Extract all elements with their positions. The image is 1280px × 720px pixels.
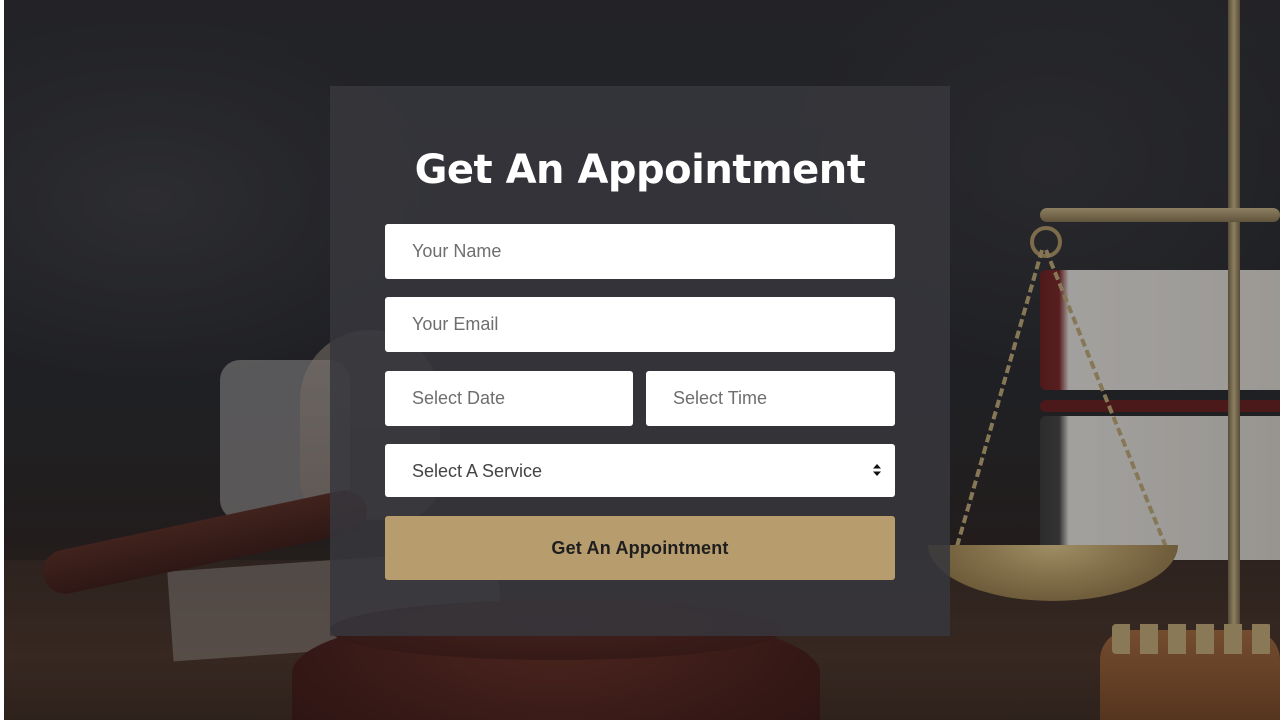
time-input[interactable]: [646, 371, 895, 426]
email-input[interactable]: [385, 297, 895, 352]
form-title: Get An Appointment: [414, 147, 866, 193]
get-appointment-button[interactable]: Get An Appointment: [385, 516, 895, 580]
service-select-wrapper: Select A Service: [385, 444, 895, 497]
service-select[interactable]: Select A Service: [385, 444, 895, 497]
date-input[interactable]: [385, 371, 633, 426]
page-left-edge: [0, 0, 4, 720]
name-input[interactable]: [385, 224, 895, 279]
